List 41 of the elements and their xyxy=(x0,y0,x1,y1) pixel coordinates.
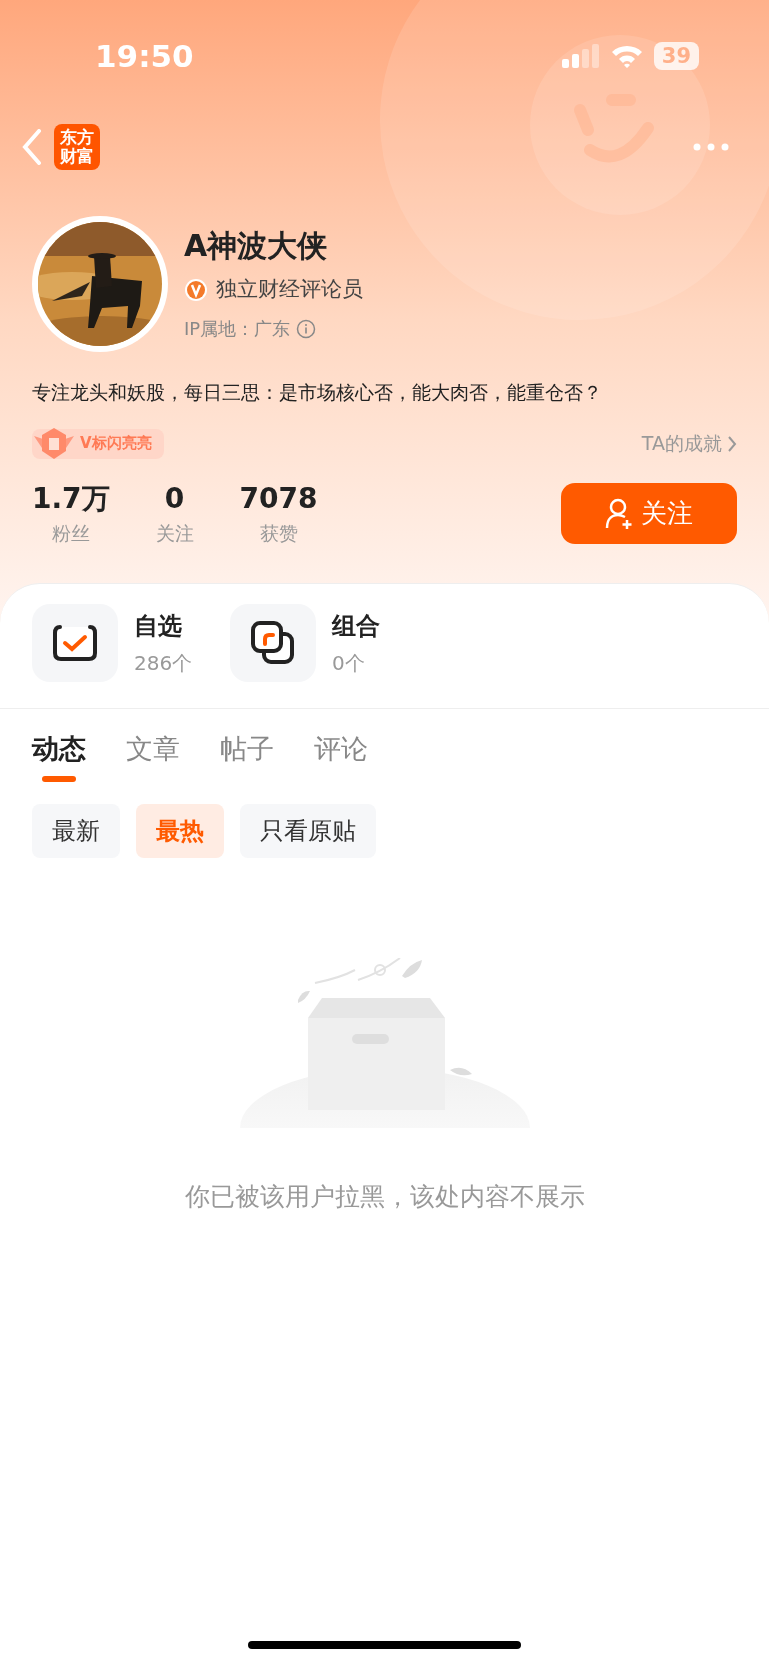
medal-icon xyxy=(32,425,76,462)
shortcut-tile[interactable] xyxy=(32,604,118,682)
achievements-link[interactable]: TA的成就 xyxy=(641,429,737,458)
tab[interactable]: 帖子 xyxy=(220,729,274,770)
overlapping-squares-icon xyxy=(250,620,296,666)
app-logo: 东方 财富 xyxy=(54,124,100,170)
stat-label: 关注 xyxy=(155,520,194,546)
chevron-right-icon xyxy=(728,435,737,452)
tab[interactable]: 文章 xyxy=(126,729,180,770)
shortcut-count: 0个 xyxy=(332,650,366,677)
add-user-icon xyxy=(605,497,635,530)
info-icon[interactable] xyxy=(296,318,317,339)
stat-value: 1.7万 xyxy=(32,480,110,517)
signal-icon xyxy=(561,44,600,68)
checkbox-icon xyxy=(52,623,98,663)
mascot-background-icon xyxy=(380,0,769,320)
shortcut-count: 286个 xyxy=(134,650,193,677)
follow-button[interactable]: 关注 xyxy=(561,483,737,545)
filter-chip[interactable]: 最新 xyxy=(32,803,120,858)
tab[interactable]: 评论 xyxy=(314,729,368,770)
shortcut-title[interactable]: 自选 xyxy=(134,608,193,644)
stat-value: 0 xyxy=(164,480,185,517)
shortcut-title[interactable]: 组合 xyxy=(332,608,380,644)
ip-location: IP属地：广东 xyxy=(184,317,291,342)
shortcut-tile[interactable] xyxy=(230,604,316,682)
stat-label: 粉丝 xyxy=(51,520,90,546)
back-icon[interactable] xyxy=(22,129,42,165)
status-time: 19:50 xyxy=(95,36,194,76)
bio-text: 专注龙头和妖股，每日三思：是市场核心否，能大肉否，能重仓否？ xyxy=(31,380,603,405)
verified-title: 独立财经评论员 xyxy=(216,275,363,303)
stat-value: 7078 xyxy=(239,480,318,517)
battery-level: 39 xyxy=(653,42,699,70)
user-name: A神波大侠 xyxy=(184,226,329,265)
tab[interactable]: 动态 xyxy=(32,729,86,770)
stat-label: 获赞 xyxy=(259,520,298,546)
filter-chip[interactable]: 只看原贴 xyxy=(240,803,376,858)
tab-underline xyxy=(42,775,76,782)
badge[interactable]: V标闪亮亮 xyxy=(32,428,164,459)
more-icon[interactable] xyxy=(693,143,729,151)
filter-chip[interactable]: 最热 xyxy=(136,803,224,858)
empty-message: 你已被该用户拉黑，该处内容不展示 xyxy=(183,1180,586,1213)
